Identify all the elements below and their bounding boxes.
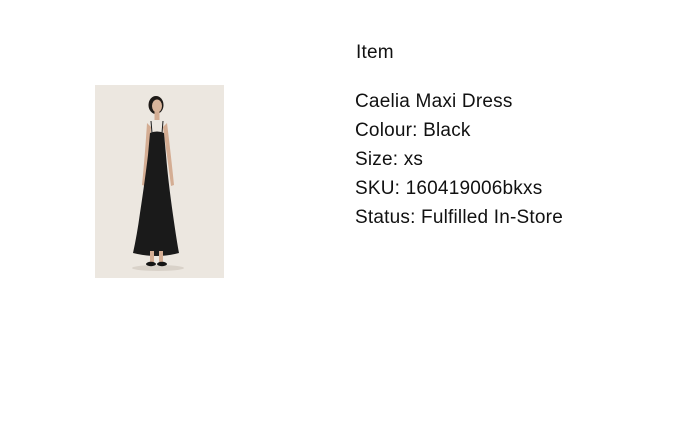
item-size: Size: xs	[355, 149, 424, 170]
item-status: Status: Fulfilled In-Store	[355, 207, 563, 228]
item-colour: Colour: Black	[355, 120, 471, 141]
item-details: Caelia Maxi Dress Colour: Black Size: xs…	[355, 87, 563, 232]
section-heading: Item	[356, 42, 394, 63]
item-sku: SKU: 160419006bkxs	[355, 178, 543, 199]
dress-model-illustration	[95, 85, 224, 278]
item-name: Caelia Maxi Dress	[355, 91, 513, 112]
product-image[interactable]	[95, 85, 224, 278]
